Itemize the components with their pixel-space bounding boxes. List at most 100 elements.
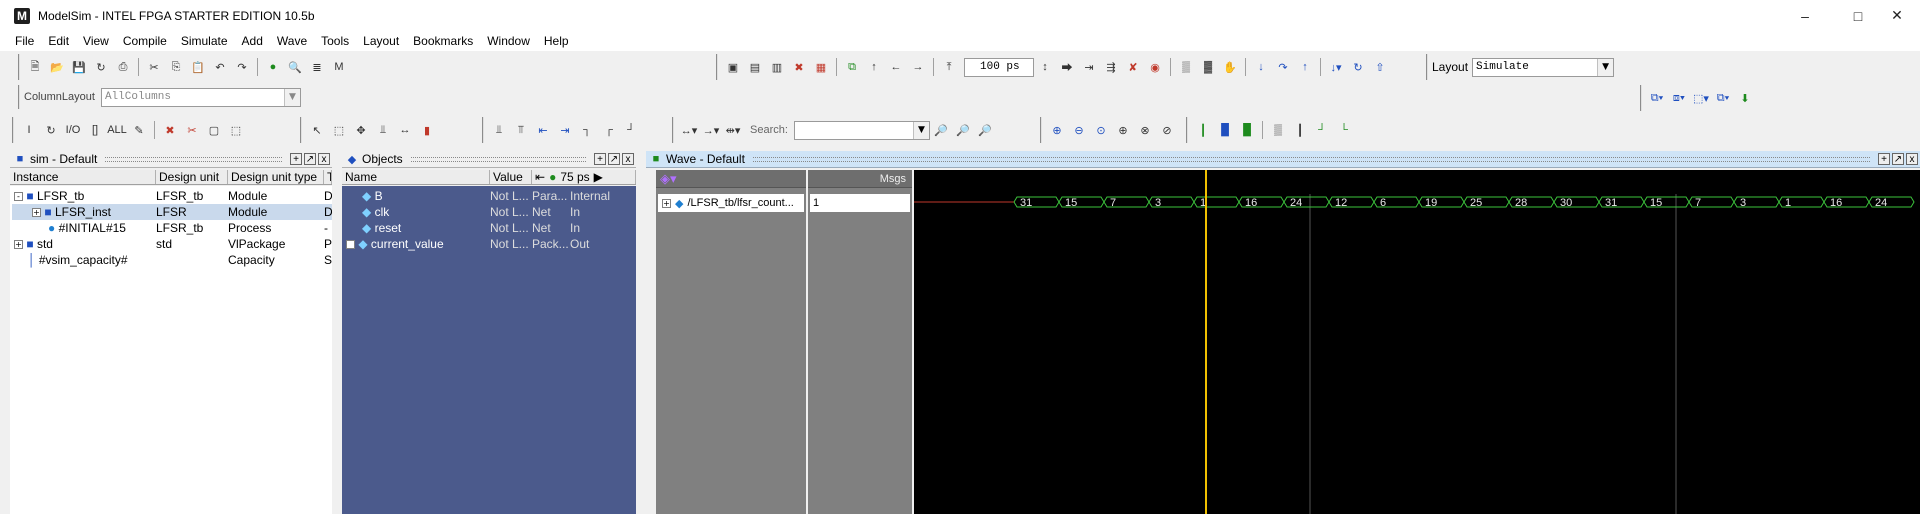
search-options-icon[interactable]: 🔎 — [976, 121, 994, 139]
up-icon[interactable]: ↑ — [865, 58, 883, 76]
delete-cursor-icon[interactable]: ⫪ — [512, 121, 530, 139]
undock-pane-button[interactable]: ↗ — [1892, 153, 1904, 165]
close-button[interactable]: ✕ — [1874, 0, 1920, 31]
zoom-mode-icon[interactable]: ⬚ — [330, 121, 348, 139]
stoplight-icon[interactable]: ▮ — [418, 121, 436, 139]
prev-edge-icon[interactable]: ⇤ — [534, 121, 552, 139]
cut-wave-icon[interactable]: ✂ — [183, 121, 201, 139]
wave-format-2-icon[interactable]: █ — [1216, 121, 1234, 139]
pan-mode-icon[interactable]: ✥ — [352, 121, 370, 139]
menu-file[interactable]: File — [8, 31, 41, 51]
find-icon[interactable]: 🔍 — [286, 58, 304, 76]
waveform-area[interactable]: 31 15 7 3 1 16 24 12 6 19 25 28 30 31 15 7 3 1 16 24 — [914, 170, 1920, 514]
add-to-wave-icon[interactable]: ⧉ — [843, 58, 861, 76]
refresh-icon[interactable]: ↻ — [42, 121, 60, 139]
step-into-icon[interactable]: ↓ — [1252, 58, 1270, 76]
menu-window[interactable]: Window — [480, 31, 537, 51]
zoom-cursor-icon[interactable]: ⊕ — [1114, 121, 1132, 139]
tile-icon[interactable]: ⬇ — [1736, 89, 1754, 107]
cascade-icon[interactable]: ⧉▾ — [1714, 89, 1732, 107]
step-out-icon[interactable]: ↑ — [1296, 58, 1314, 76]
menu-simulate[interactable]: Simulate — [174, 31, 235, 51]
forward-icon[interactable]: → — [909, 58, 927, 76]
step-over-cont-icon[interactable]: ↻ — [1349, 58, 1367, 76]
paste-icon[interactable]: 📋 — [189, 58, 207, 76]
object-row[interactable]: ◆ clk Not L... Net In — [344, 204, 634, 220]
open-icon[interactable]: 📂 — [48, 58, 66, 76]
memory-icon[interactable]: ▓ — [1199, 58, 1217, 76]
expand-icon[interactable]: + — [14, 240, 23, 250]
restart-icon[interactable]: ⤒ — [940, 58, 958, 76]
pane-grip[interactable] — [105, 156, 282, 162]
close-pane-button[interactable]: x — [1906, 153, 1918, 165]
chevron-down-icon[interactable]: ▼ — [912, 121, 929, 139]
back-icon[interactable]: ← — [887, 58, 905, 76]
find-next-icon[interactable]: →▾ — [702, 121, 720, 139]
column-instance[interactable]: Instance — [10, 170, 156, 184]
chevron-down-icon[interactable]: ▼ — [1597, 58, 1614, 76]
add-cursor-icon[interactable]: ⫫ — [490, 121, 508, 139]
chevron-down-icon[interactable]: ▼ — [283, 88, 300, 106]
bus-icon[interactable]: ┃ — [1291, 121, 1309, 139]
menu-tools[interactable]: Tools — [314, 31, 356, 51]
dock-pane-button[interactable]: + — [1878, 153, 1890, 165]
next-edge-icon[interactable]: ⇥ — [556, 121, 574, 139]
menu-view[interactable]: View — [76, 31, 116, 51]
menu-compile[interactable]: Compile — [116, 31, 174, 51]
rise-icon[interactable]: ┘ — [1313, 121, 1331, 139]
waveform-canvas[interactable]: 31 15 7 3 1 16 24 12 6 19 25 28 30 31 15 7 3 1 16 24 — [914, 170, 1920, 514]
reload-icon[interactable]: ↻ — [92, 58, 110, 76]
column-design-unit[interactable]: Design unit — [156, 170, 228, 184]
tree-row[interactable]: │ #vsim_capacity# Capacity S — [12, 252, 332, 268]
undock-icon[interactable]: ⧈▾ — [1670, 89, 1688, 107]
break-sim-icon[interactable]: ◉ — [1146, 58, 1164, 76]
wave-signal-row[interactable]: + ◆ /LFSR_tb/lfsr_count... — [658, 194, 804, 212]
object-row[interactable]: ◆ reset Not L... Net In — [344, 220, 634, 236]
undock-pane-button[interactable]: ↗ — [304, 153, 316, 165]
collapse-icon[interactable]: - — [14, 192, 23, 202]
clear-icon[interactable]: ⬚ — [227, 121, 245, 139]
edge-rise-icon[interactable]: ┐ — [578, 121, 596, 139]
run-icon[interactable]: ⮕ — [1058, 58, 1076, 76]
time-forward-icon[interactable]: ▶ — [594, 170, 603, 184]
object-row[interactable]: ◆ B Not L... Para... Internal — [344, 188, 634, 204]
io-icon[interactable]: I/O — [64, 121, 82, 139]
column-t[interactable]: T — [324, 170, 332, 184]
cut-icon[interactable]: ✂ — [145, 58, 163, 76]
expand-icon[interactable]: + — [662, 198, 671, 208]
wave-group-icon[interactable]: ◈▾ — [660, 171, 677, 187]
menu-add[interactable]: Add — [235, 31, 270, 51]
step-up-icon[interactable]: ⇧ — [1371, 58, 1389, 76]
expand-icon[interactable]: + — [346, 240, 355, 250]
close-pane-button[interactable]: x — [318, 153, 330, 165]
dock-pane-button[interactable]: + — [594, 153, 606, 165]
dock-pane-button[interactable]: + — [290, 153, 302, 165]
performance-icon[interactable]: ▒ — [1177, 58, 1195, 76]
step-dropdown-icon[interactable]: ↓▾ — [1327, 58, 1345, 76]
search-back-icon[interactable]: 🔎 — [932, 121, 950, 139]
find-all-icon[interactable]: ⇹▾ — [724, 121, 742, 139]
stretch-icon[interactable]: ↔ — [396, 121, 414, 139]
grid-icon[interactable]: ▒ — [1269, 121, 1287, 139]
brush-icon[interactable]: ✎ — [130, 121, 148, 139]
select-mode-icon[interactable]: ↖ — [308, 121, 326, 139]
end-simulation-icon[interactable]: ▦ — [812, 58, 830, 76]
run-all-icon[interactable]: ⇶ — [1102, 58, 1120, 76]
expand-icon[interactable]: ▢ — [205, 121, 223, 139]
edge-fall-icon[interactable]: ┌ — [600, 121, 618, 139]
edge-any-icon[interactable]: ┘ — [622, 121, 640, 139]
zoom-range-icon[interactable]: ⊗ — [1136, 121, 1154, 139]
menu-bookmarks[interactable]: Bookmarks — [406, 31, 480, 51]
wave-pane-header[interactable]: ■ Wave - Default + ↗ x — [646, 151, 1920, 168]
text-cursor-icon[interactable]: I — [20, 121, 38, 139]
copy-icon[interactable]: ⎘ — [167, 58, 185, 76]
tree-row[interactable]: + ■ std std VlPackage P — [12, 236, 332, 252]
spin-arrows-icon[interactable]: ↕ — [1036, 58, 1054, 76]
columnlayout-select[interactable]: AllColumns ▼ — [100, 87, 301, 107]
tree-row-selected[interactable]: + ■ LFSR_inst LFSR Module D — [12, 204, 332, 220]
compile-icon[interactable]: ▣ — [724, 58, 742, 76]
dock-icon[interactable]: ⧉▾ — [1648, 89, 1666, 107]
continue-icon[interactable]: ⇥ — [1080, 58, 1098, 76]
compile-all-icon[interactable]: ▤ — [746, 58, 764, 76]
break-icon[interactable]: ✖ — [790, 58, 808, 76]
